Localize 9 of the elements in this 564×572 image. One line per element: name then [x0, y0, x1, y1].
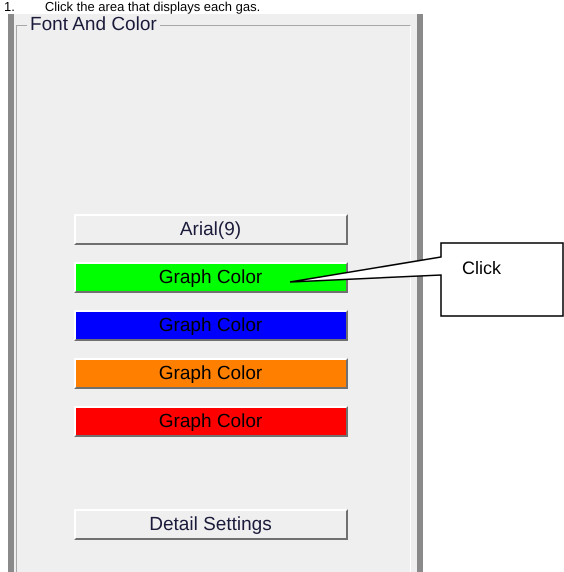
graph-color-button[interactable]: Graph Color	[74, 406, 348, 437]
step-number: 1.	[4, 0, 15, 14]
group-title: Font And Color	[29, 14, 158, 36]
detail-settings-button[interactable]: Detail Settings	[74, 509, 348, 540]
font-button[interactable]: Arial(9)	[74, 214, 348, 245]
graph-color-button[interactable]: Graph Color	[74, 358, 348, 389]
callout-text: Click	[462, 258, 501, 279]
instruction-text: Click the area that displays each gas.	[44, 0, 260, 14]
graph-color-button[interactable]: Graph Color	[74, 262, 348, 293]
